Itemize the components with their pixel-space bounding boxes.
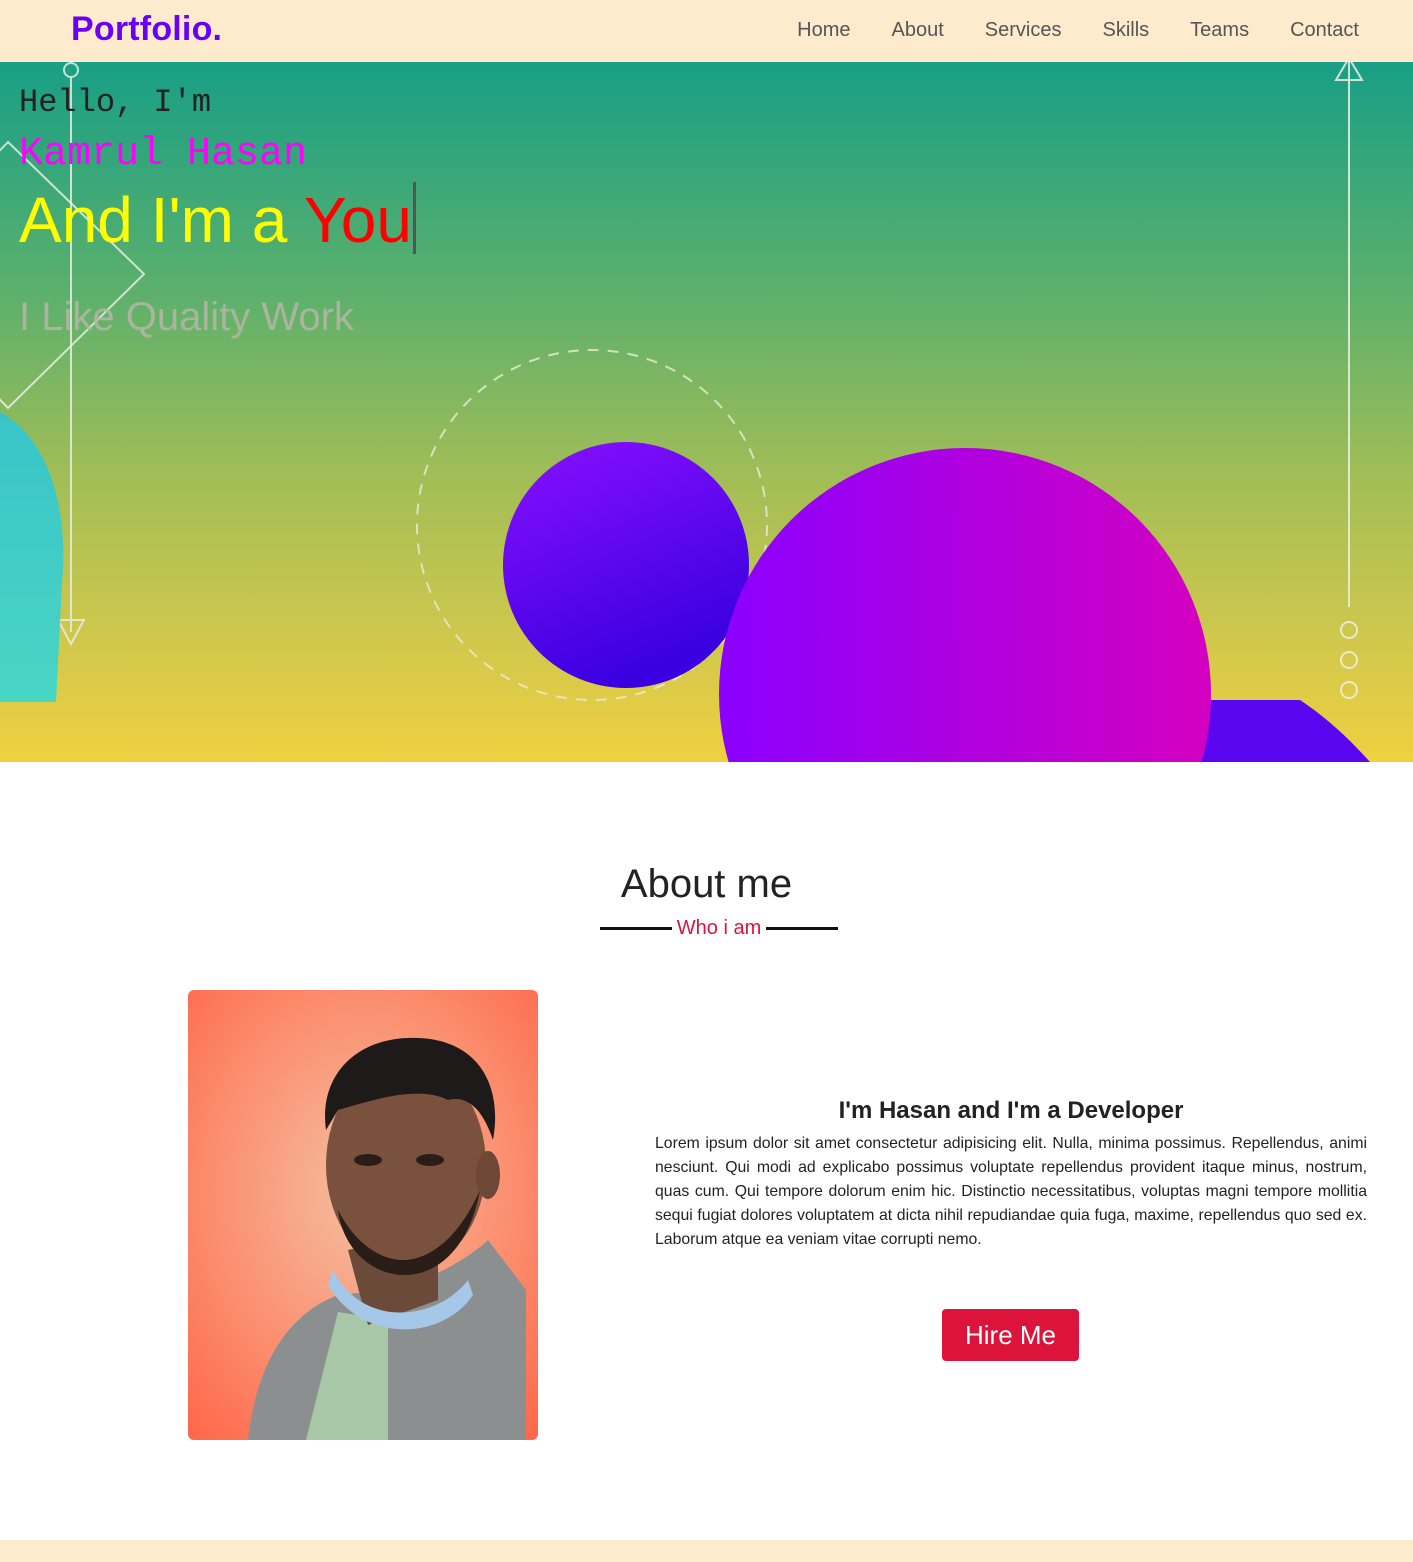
big-magenta-circle xyxy=(719,448,1211,762)
navbar: Portfolio. Home About Services Skills Te… xyxy=(0,0,1413,62)
about-subtitle: Who i am xyxy=(676,916,762,939)
nav-link-contact[interactable]: Contact xyxy=(1290,19,1359,42)
about-subtitle-row: Who i am xyxy=(598,914,840,942)
nav-link-services[interactable]: Services xyxy=(985,19,1062,42)
about-title: About me xyxy=(620,862,793,906)
nav-link-skills[interactable]: Skills xyxy=(1102,19,1149,42)
hire-me-button[interactable]: Hire Me xyxy=(942,1309,1079,1361)
hero-section: Hello, I'm Kamrul Hasan And I'm a You I … xyxy=(0,62,1413,762)
subtitle-divider-left xyxy=(599,926,672,930)
hero-role-prefix: And I'm a xyxy=(19,184,304,256)
teal-blob xyxy=(0,412,64,702)
nav-link-about[interactable]: About xyxy=(892,19,944,42)
hero-role-line: And I'm a You xyxy=(19,182,416,257)
hero-greeting: Hello, I'm xyxy=(19,84,212,121)
nav-link-home[interactable]: Home xyxy=(797,19,850,42)
typing-caret xyxy=(412,182,416,254)
hero-role-word: You xyxy=(303,184,412,256)
profile-photo xyxy=(188,990,538,1440)
nav-menu: Home About Services Skills Teams Contact xyxy=(756,19,1359,42)
hero-tagline: I Like Quality Work xyxy=(19,295,354,339)
right-arrow-decoration xyxy=(1334,62,1364,699)
next-section-strip xyxy=(0,1540,1413,1562)
site-logo[interactable]: Portfolio. xyxy=(71,10,222,49)
about-heading: I'm Hasan and I'm a Developer xyxy=(838,1097,1184,1124)
small-purple-circle xyxy=(503,442,749,688)
about-paragraph: Lorem ipsum dolor sit amet consectetur a… xyxy=(655,1135,1367,1248)
subtitle-divider-right xyxy=(766,926,839,930)
nav-link-teams[interactable]: Teams xyxy=(1190,19,1249,42)
hero-name: Kamrul Hasan xyxy=(19,132,308,177)
